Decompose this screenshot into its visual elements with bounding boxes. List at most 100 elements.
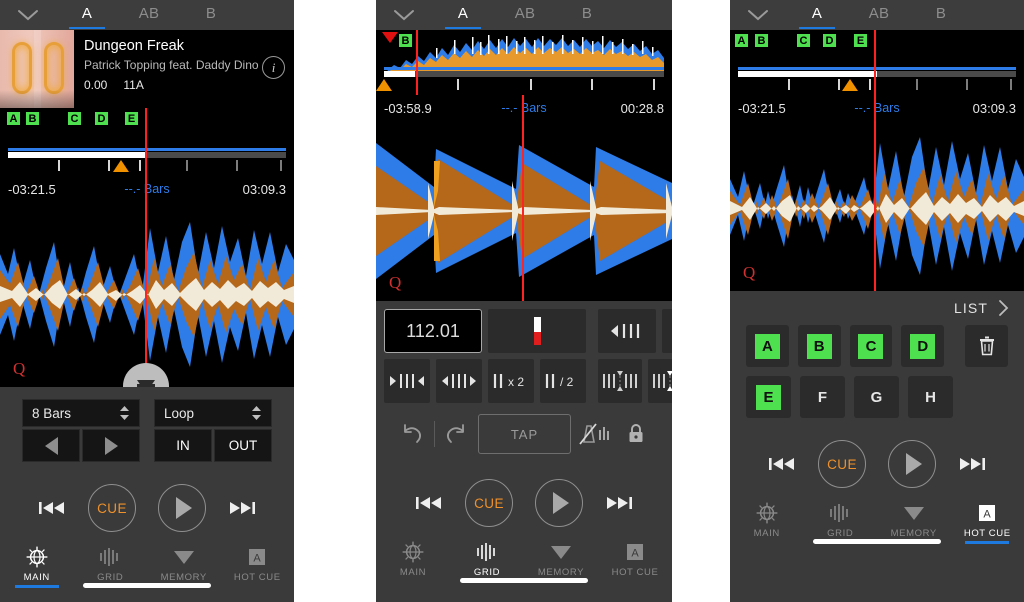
cue-button[interactable]: CUE xyxy=(88,484,136,532)
bpm-field[interactable]: 112.01 xyxy=(384,309,482,353)
panel2-overview-strip[interactable]: B xyxy=(376,30,672,95)
hotcue-list-row[interactable]: LIST xyxy=(730,291,1024,319)
loop-out-button[interactable]: OUT xyxy=(214,429,272,462)
bars-readout: --.- Bars xyxy=(854,101,900,115)
deck-panel-hotcue: A AB B A B C D E -03:21.5 --.- Bars 03:0… xyxy=(730,0,1024,602)
waveform-graphic xyxy=(0,202,294,387)
grid-lock-button[interactable] xyxy=(614,414,658,454)
tab-a[interactable]: A xyxy=(56,0,118,30)
grid-row-2: x 2 / 2 xyxy=(384,359,672,403)
tab-ab[interactable]: AB xyxy=(494,0,556,30)
tab-a[interactable]: A xyxy=(786,0,848,30)
hotcue-pad-d[interactable]: D xyxy=(901,325,945,367)
hotcue-pad-g[interactable]: G xyxy=(854,376,899,418)
beatjump-size-select[interactable]: 8 Bars xyxy=(22,399,140,427)
nav-hotcue[interactable]: A HOT CUE xyxy=(221,546,295,583)
panel3-transport: CUE xyxy=(730,432,1024,496)
panel2-waveform[interactable]: Q xyxy=(376,121,672,301)
hotcue-delete-button[interactable] xyxy=(965,325,1008,367)
overview-playhead xyxy=(145,108,147,176)
home-indicator[interactable] xyxy=(460,578,588,583)
info-icon[interactable]: i xyxy=(262,56,285,79)
grid-slip-right-button[interactable] xyxy=(648,359,672,403)
prev-track-button[interactable] xyxy=(415,494,443,512)
overview-played xyxy=(738,71,877,77)
tab-ab[interactable]: AB xyxy=(118,0,180,30)
prev-track-button[interactable] xyxy=(38,499,66,517)
nav-memory[interactable]: MEMORY xyxy=(147,546,221,583)
nav-main[interactable]: MAIN xyxy=(730,502,804,539)
overview-ticks xyxy=(738,79,1016,90)
hotcue-pad-f-label: F xyxy=(817,388,828,406)
nav-grid[interactable]: GRID xyxy=(804,502,878,539)
grid-expand-button[interactable] xyxy=(436,359,482,403)
nav-main[interactable]: MAIN xyxy=(376,541,450,578)
nav-memory[interactable]: MEMORY xyxy=(524,541,598,578)
nav-grid[interactable]: GRID xyxy=(450,541,524,578)
nav-memory-label: MEMORY xyxy=(890,528,937,539)
tab-b[interactable]: B xyxy=(180,0,242,30)
grid-half-button[interactable]: / 2 xyxy=(540,359,586,403)
prev-track-button[interactable] xyxy=(768,455,796,473)
grid-shrink-button[interactable] xyxy=(384,359,430,403)
nav-main[interactable]: MAIN xyxy=(0,546,74,583)
overview-blue-line xyxy=(738,67,1016,70)
hotcue-pad-a[interactable]: A xyxy=(746,325,789,367)
beatjump-back-button[interactable] xyxy=(22,429,80,462)
metronome-mute-button[interactable] xyxy=(571,414,615,454)
overview-position-marker[interactable] xyxy=(113,160,129,172)
nav-hotcue-label: HOT CUE xyxy=(963,528,1011,539)
grid-nudge-right-button[interactable] xyxy=(662,309,672,353)
tap-button[interactable]: TAP xyxy=(478,414,571,454)
loop-mode-select[interactable]: Loop xyxy=(154,399,272,427)
play-button[interactable] xyxy=(158,484,206,532)
overview-cue-b: B xyxy=(398,33,413,48)
nav-hotcue[interactable]: A HOT CUE xyxy=(951,502,1024,539)
skip-back-icon xyxy=(416,497,441,509)
undo-button[interactable] xyxy=(390,414,434,454)
overview-position-marker[interactable] xyxy=(376,79,392,91)
hotcue-pad-d-label: D xyxy=(910,333,936,359)
nav-memory[interactable]: MEMORY xyxy=(877,502,951,539)
loop-in-button[interactable]: IN xyxy=(154,429,212,462)
nav-grid[interactable]: GRID xyxy=(74,546,148,583)
grid-slip-left-button[interactable] xyxy=(598,359,642,403)
chevron-down-icon[interactable] xyxy=(0,9,56,21)
tab-ab[interactable]: AB xyxy=(848,0,910,30)
next-track-button[interactable] xyxy=(228,499,256,517)
tempo-slider-button[interactable] xyxy=(488,309,586,353)
beatjump-forward-button[interactable] xyxy=(82,429,140,462)
tab-a[interactable]: A xyxy=(432,0,494,30)
cue-button[interactable]: CUE xyxy=(818,440,866,488)
redo-button[interactable] xyxy=(435,414,479,454)
overview-position-marker[interactable] xyxy=(842,79,858,91)
overview-playhead xyxy=(874,30,876,95)
hotcue-pad-b[interactable]: B xyxy=(797,325,841,367)
panel3-waveform[interactable]: Q xyxy=(730,121,1024,291)
play-button[interactable] xyxy=(535,479,583,527)
home-indicator[interactable] xyxy=(83,583,211,588)
nav-hotcue[interactable]: A HOT CUE xyxy=(598,541,672,578)
next-track-button[interactable] xyxy=(605,494,633,512)
next-track-button[interactable] xyxy=(958,455,986,473)
bars-readout: --.- Bars xyxy=(124,182,170,196)
chevron-down-icon[interactable] xyxy=(376,9,432,21)
grid-nudge-left-button[interactable] xyxy=(598,309,656,353)
home-indicator[interactable] xyxy=(813,539,941,544)
hotcue-pad-h[interactable]: H xyxy=(908,376,953,418)
panel1-overview-strip[interactable]: A B C D E xyxy=(0,108,294,176)
hotcue-row-1: A B C D xyxy=(746,325,1008,367)
hotcue-pad-e[interactable]: E xyxy=(746,376,791,418)
hotcue-pad-c[interactable]: C xyxy=(849,325,893,367)
cue-button[interactable]: CUE xyxy=(465,479,513,527)
play-button[interactable] xyxy=(888,440,936,488)
tab-b[interactable]: B xyxy=(556,0,618,30)
tab-b[interactable]: B xyxy=(910,0,972,30)
stepper-icon xyxy=(252,406,261,420)
hotcue-pad-h-label: H xyxy=(925,388,936,406)
grid-double-button[interactable]: x 2 xyxy=(488,359,534,403)
chevron-down-icon[interactable] xyxy=(730,9,786,21)
hotcue-pad-f[interactable]: F xyxy=(800,376,845,418)
panel1-waveform[interactable]: Q xyxy=(0,202,294,387)
panel3-overview-strip[interactable]: A B C D E xyxy=(730,30,1024,95)
